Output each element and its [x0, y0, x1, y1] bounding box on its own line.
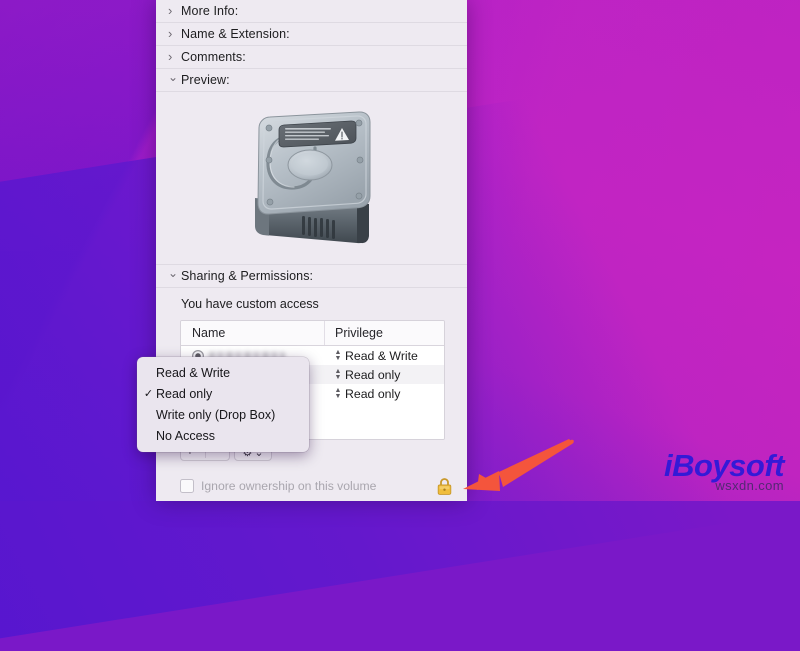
chevron-right-icon[interactable] [168, 50, 181, 64]
permissions-table-header: Name Privilege [181, 321, 444, 346]
preview-area [156, 92, 467, 265]
privilege-dropdown-menu[interactable]: Read & Write ✓ Read only Write only (Dro… [137, 357, 309, 452]
menu-item-write-only[interactable]: Write only (Drop Box) [137, 404, 309, 425]
checkmark-icon: ✓ [143, 388, 154, 400]
row-privilege-control[interactable]: ▲ ▼ Read only [324, 368, 444, 382]
column-header-name: Name [192, 326, 226, 340]
section-label-preview: Preview: [181, 73, 230, 87]
stepper-icon[interactable]: ▲ ▼ [334, 387, 342, 400]
row-privilege-control[interactable]: ▲ ▼ Read only [324, 387, 444, 401]
custom-access-summary: You have custom access [181, 297, 319, 311]
menu-item-no-access[interactable]: No Access [137, 425, 309, 446]
watermark-subtext: wsxdn.com [715, 478, 784, 493]
section-preview[interactable]: Preview: [156, 69, 467, 92]
menu-item-label: No Access [156, 428, 216, 443]
column-header-privilege: Privilege [324, 321, 444, 345]
section-label-sharing-permissions: Sharing & Permissions: [181, 269, 314, 283]
chevron-right-icon[interactable] [168, 27, 181, 41]
section-label-comments: Comments: [181, 50, 246, 64]
watermark: iBoysoft wsxdn.com [664, 449, 785, 493]
chevron-right-icon[interactable] [168, 4, 181, 18]
section-sharing-permissions[interactable]: Sharing & Permissions: [156, 265, 467, 288]
lock-closed-icon[interactable] [436, 477, 453, 496]
section-comments[interactable]: Comments: [156, 46, 467, 69]
stepper-icon[interactable]: ▲ ▼ [334, 368, 342, 381]
stepper-icon[interactable]: ▲ ▼ [334, 349, 342, 362]
row-privilege-value: Read & Write [345, 348, 418, 363]
section-label-more-info: More Info: [181, 4, 239, 18]
hard-disk-icon [254, 110, 370, 243]
chevron-down-icon[interactable] [168, 270, 181, 283]
menu-item-read-only[interactable]: ✓ Read only [137, 383, 309, 404]
ignore-ownership-checkbox[interactable] [180, 479, 194, 493]
menu-item-label: Read only [156, 386, 213, 401]
row-privilege-value: Read only [345, 386, 401, 401]
row-privilege-control[interactable]: ▲ ▼ Read & Write [324, 349, 444, 363]
menu-item-read-write[interactable]: Read & Write [137, 362, 309, 383]
section-name-extension[interactable]: Name & Extension: [156, 23, 467, 46]
row-privilege-value: Read only [345, 367, 401, 382]
chevron-down-icon[interactable] [168, 74, 181, 87]
section-more-info[interactable]: More Info: [156, 0, 467, 23]
menu-item-label: Write only (Drop Box) [156, 407, 276, 422]
menu-item-label: Read & Write [156, 365, 231, 380]
section-label-name-extension: Name & Extension: [181, 27, 290, 41]
ignore-ownership-row: Ignore ownership on this volume [156, 471, 467, 501]
ignore-ownership-label: Ignore ownership on this volume [201, 479, 377, 493]
